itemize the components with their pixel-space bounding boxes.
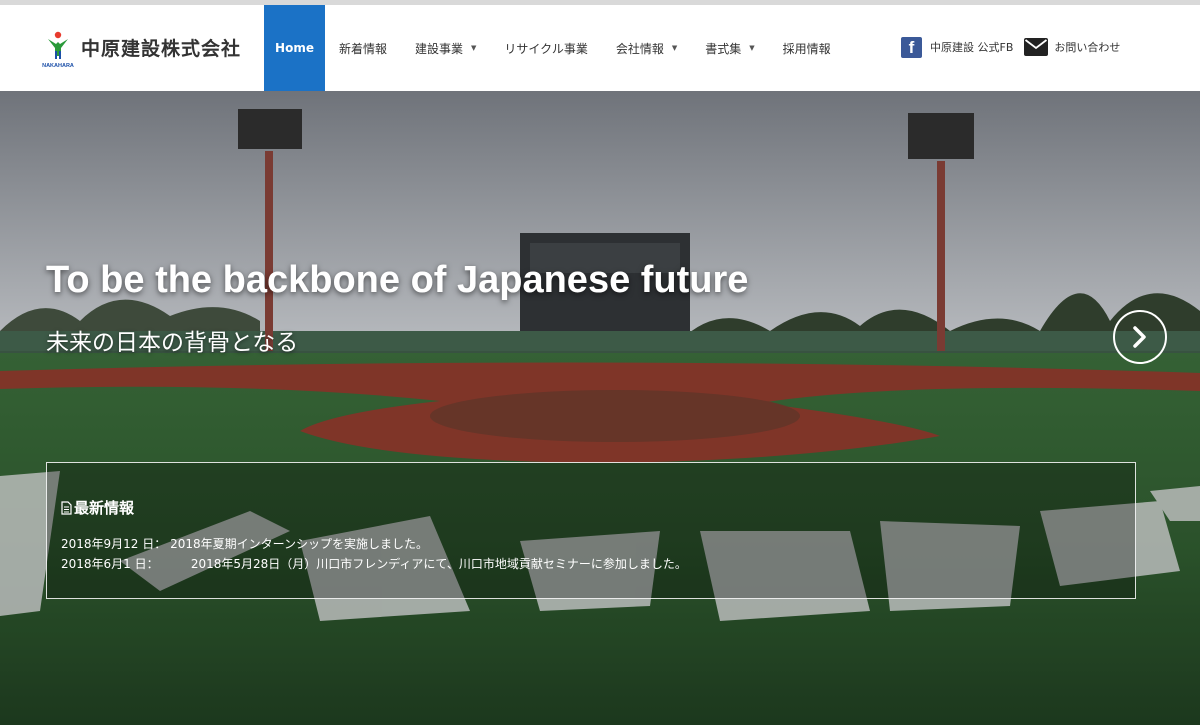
nav-label: リサイクル事業: [504, 41, 588, 56]
site-logo[interactable]: NAKAHARA 中原建設株式会社: [42, 29, 252, 69]
caret-down-icon: ▼: [749, 44, 755, 52]
latest-news-title: 最新情報: [74, 499, 135, 517]
caret-down-icon: ▼: [671, 44, 678, 52]
hero-background-image: [0, 91, 1200, 725]
nav-item-recycle[interactable]: リサイクル事業: [490, 5, 601, 91]
latest-news-heading: 最新情報: [61, 497, 134, 518]
main-nav: Home 新着情報 建設事業 ▼ リサイクル事業 会社情報 ▼ 書式集 ▼ 採用…: [264, 5, 845, 91]
nav-item-home[interactable]: Home: [264, 5, 325, 91]
hero-slider: To be the backbone of Japanese future 未来…: [0, 91, 1200, 725]
nav-label: 書式集: [705, 41, 742, 56]
facebook-icon[interactable]: f: [901, 36, 922, 58]
contact-link[interactable]: お問い合わせ: [1054, 39, 1120, 55]
news-item[interactable]: 2018年9月12 日： 2018年夏期インターンシップを実施しました。: [61, 535, 687, 555]
hero-title: To be the backbone of Japanese future: [46, 259, 749, 301]
nav-item-news[interactable]: 新着情報: [325, 5, 401, 91]
document-icon: [61, 500, 72, 515]
nav-label: 新着情報: [339, 41, 388, 56]
nav-item-construction[interactable]: 建設事業 ▼: [401, 5, 490, 91]
slider-next-button[interactable]: [1113, 310, 1167, 364]
facebook-link[interactable]: 中原建設 公式FB: [930, 39, 1013, 55]
nav-item-company[interactable]: 会社情報 ▼: [602, 5, 691, 91]
hero-subtitle: 未来の日本の背骨となる: [46, 330, 299, 356]
latest-news-panel: 最新情報 2018年9月12 日： 2018年夏期インターンシップを実施しました…: [46, 462, 1136, 599]
logo-mark-icon: NAKAHARA: [42, 31, 74, 69]
news-item[interactable]: 2018年6月1 日： 2018年5月28日（月）川口市フレンディアにて、川口市…: [61, 555, 687, 575]
mail-icon[interactable]: [1024, 38, 1049, 56]
caret-down-icon: ▼: [471, 44, 477, 52]
logo-text: 中原建設株式会社: [81, 38, 242, 60]
news-date: 2018年9月12 日：: [61, 537, 167, 551]
nav-item-forms[interactable]: 書式集 ▼: [691, 5, 768, 91]
news-list: 2018年9月12 日： 2018年夏期インターンシップを実施しました。 201…: [61, 535, 687, 575]
nav-label: 建設事業: [415, 41, 464, 56]
nav-label: 会社情報: [615, 41, 664, 56]
logo-sub-text: NAKAHARA: [42, 63, 74, 69]
chevron-right-icon: [1133, 326, 1146, 348]
nav-label: 採用情報: [782, 41, 831, 56]
news-text: 2018年夏期インターンシップを実施しました。: [170, 537, 429, 551]
nav-label: Home: [275, 41, 314, 55]
social-links: f 中原建設 公式FB お問い合わせ: [901, 36, 1120, 58]
news-text: 2018年5月28日（月）川口市フレンディアにて、川口市地域貢献セミナーに参加し…: [190, 557, 687, 571]
news-date: 2018年6月1 日：: [61, 557, 159, 571]
site-header: NAKAHARA 中原建設株式会社 Home 新着情報 建設事業 ▼ リサイクル…: [0, 5, 1200, 91]
nav-item-recruit[interactable]: 採用情報: [769, 5, 845, 91]
